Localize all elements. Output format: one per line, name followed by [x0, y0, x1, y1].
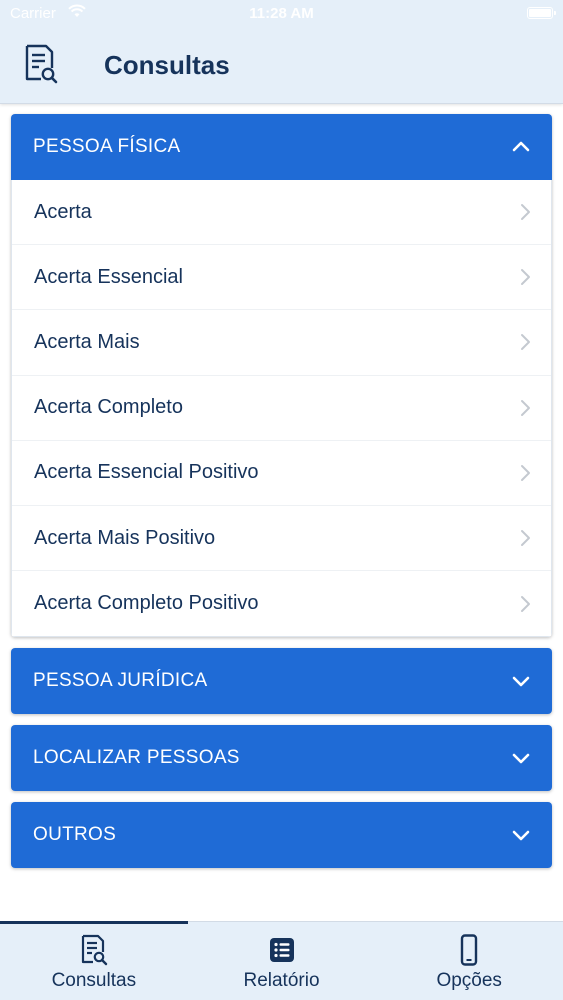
list-item-label: Acerta — [34, 200, 92, 223]
section-localizar-pessoas: LOCALIZAR PESSOAS — [11, 725, 552, 792]
chevron-right-icon — [521, 334, 530, 351]
phone-icon — [460, 934, 478, 966]
document-search-icon — [25, 44, 58, 84]
section-title: PESSOA JURÍDICA — [33, 670, 208, 692]
list-item[interactable]: Acerta — [12, 180, 551, 246]
tab-label: Relatório — [243, 970, 320, 991]
app-header: Carrier 11:28 AM Consultas — [0, 0, 563, 104]
section-pessoa-juridica: PESSOA JURÍDICA — [11, 648, 552, 715]
status-time: 11:28 AM — [249, 5, 314, 22]
section-pessoa-fisica: PESSOA FÍSICA Acerta Acerta Essencial Ac… — [11, 114, 552, 638]
list-item-label: Acerta Essencial — [34, 265, 183, 288]
chevron-right-icon — [521, 204, 530, 221]
section-header-pessoa-fisica[interactable]: PESSOA FÍSICA — [11, 114, 552, 180]
chevron-up-icon — [512, 141, 530, 152]
chevron-right-icon — [521, 595, 530, 612]
section-header-pessoa-juridica[interactable]: PESSOA JURÍDICA — [11, 648, 552, 715]
page-title: Consultas — [104, 50, 230, 80]
list-item[interactable]: Acerta Mais — [12, 310, 551, 376]
list-item[interactable]: Acerta Essencial Positivo — [12, 441, 551, 506]
chevron-right-icon — [521, 399, 530, 416]
list-item-label: Acerta Essencial Positivo — [34, 461, 259, 484]
list-item[interactable]: Acerta Essencial — [12, 245, 551, 311]
list-item-label: Acerta Completo Positivo — [34, 592, 259, 615]
tab-relatorio[interactable]: Relatório — [188, 922, 376, 1000]
list-item-label: Acerta Completo — [34, 396, 183, 419]
section-title: OUTROS — [33, 824, 117, 846]
section-header-outros[interactable]: OUTROS — [11, 802, 552, 869]
chevron-down-icon — [512, 677, 530, 687]
chevron-down-icon — [512, 754, 530, 764]
list-item[interactable]: Acerta Completo — [12, 376, 551, 441]
list-item[interactable]: Acerta Mais Positivo — [12, 506, 551, 572]
tab-bar: Consultas Relatório Opções — [0, 921, 563, 1000]
section-items-pessoa-fisica: Acerta Acerta Essencial Acerta Mais Acer… — [11, 180, 552, 638]
chevron-right-icon — [521, 530, 530, 547]
section-title: PESSOA FÍSICA — [33, 136, 181, 157]
chevron-right-icon — [521, 464, 530, 481]
tab-label: Consultas — [51, 970, 137, 991]
consultas-accordion: PESSOA FÍSICA Acerta Acerta Essencial Ac… — [11, 114, 552, 879]
list-icon — [269, 938, 294, 962]
list-item[interactable]: Acerta Completo Positivo — [12, 571, 551, 636]
section-outros: OUTROS — [11, 802, 552, 869]
battery-icon — [527, 7, 556, 19]
section-header-localizar-pessoas[interactable]: LOCALIZAR PESSOAS — [11, 725, 552, 792]
status-bar: Carrier 11:28 AM — [0, 0, 563, 28]
list-item-label: Acerta Mais Positivo — [34, 526, 216, 549]
section-title: LOCALIZAR PESSOAS — [33, 747, 240, 769]
tab-label: Opções — [436, 970, 502, 991]
chevron-down-icon — [512, 831, 530, 841]
chevron-right-icon — [521, 269, 530, 286]
document-search-icon — [81, 934, 108, 966]
tab-consultas[interactable]: Consultas — [0, 921, 188, 1000]
list-item-label: Acerta Mais — [34, 330, 140, 353]
tab-opcoes[interactable]: Opções — [375, 922, 563, 1000]
